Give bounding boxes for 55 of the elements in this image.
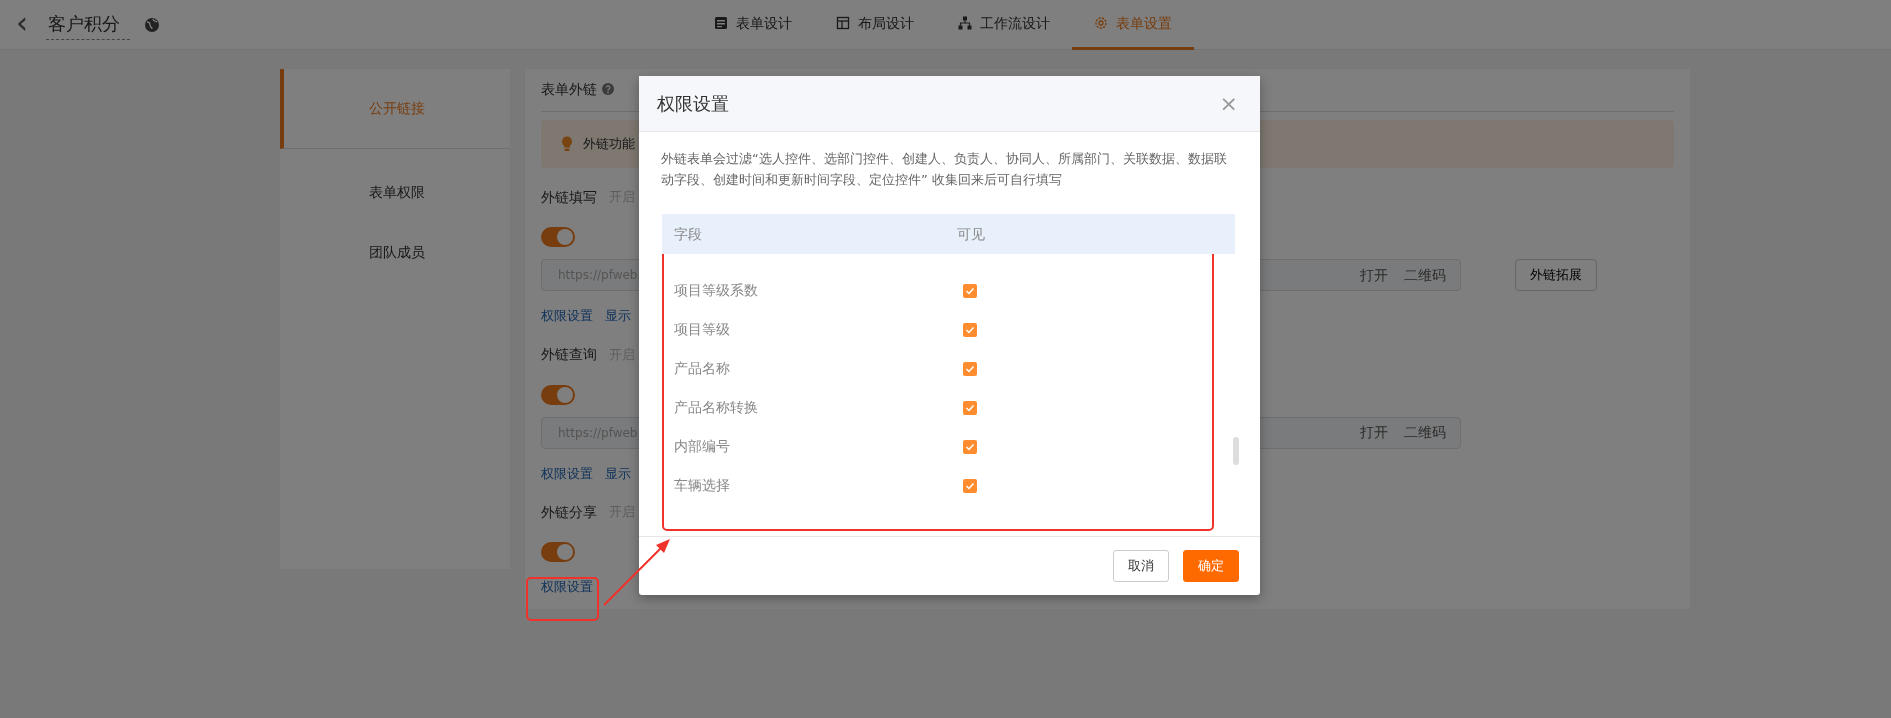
field-name: 项目等级系数 — [673, 281, 759, 300]
scrollbar-thumb[interactable] — [1233, 437, 1239, 465]
settings-icon — [1094, 16, 1108, 30]
lightbulb-icon — [561, 136, 573, 152]
checkbox[interactable] — [963, 322, 977, 337]
toggle-switch[interactable] — [541, 384, 575, 405]
settings-link[interactable]: 权限设置 — [541, 306, 593, 326]
toggle-switch[interactable] — [541, 227, 575, 247]
field-name: 车辆选择 — [673, 476, 731, 495]
section-label: 外链查询 — [541, 345, 597, 364]
section-label: 外链分享 — [541, 502, 597, 522]
tab[interactable]: 工作流设计 — [936, 0, 1072, 50]
link-action[interactable]: 二维码 — [1404, 422, 1446, 443]
back-icon[interactable]: ‹ — [16, 7, 28, 42]
link-action[interactable]: 打开 — [1360, 264, 1388, 286]
tab[interactable]: 布局设计 — [814, 0, 936, 50]
field-name: 内部编号 — [673, 437, 731, 456]
tab[interactable]: 表单设计 — [692, 0, 814, 50]
dialog-description: 外链表单会过滤“选人控件、选部门控件、创建人、负责人、协同人、所属部门、关联数据、数据联动字段、创建时间和更新时间字段、定位控件” 收集回来后可自行填写 — [661, 150, 1228, 189]
alert-text: 外链功能 — [583, 135, 635, 154]
settings-link[interactable]: 权限设置 — [541, 463, 593, 483]
form-icon — [714, 16, 728, 30]
page-title: 客户积分 — [46, 9, 130, 40]
settings-link[interactable]: 显示 — [605, 306, 631, 326]
annotation-arrow — [602, 537, 672, 607]
dialog-title: 权限设置 — [657, 92, 729, 116]
field-name: 项目等级 — [673, 320, 731, 339]
checkbox[interactable] — [963, 283, 977, 298]
field-name: 产品名称转换 — [673, 398, 759, 417]
checkbox[interactable] — [963, 400, 977, 415]
close-button[interactable]: × — [1215, 92, 1242, 115]
cancel-button[interactable]: 取消 — [1113, 550, 1169, 582]
globe-icon — [144, 16, 160, 33]
column-header: 可见 — [956, 224, 985, 244]
sidebar-item[interactable]: 团队成员 — [280, 222, 510, 282]
extend-button[interactable]: 外链拓展 — [1515, 259, 1597, 291]
settings-link[interactable]: 显示 — [605, 463, 631, 483]
checkbox[interactable] — [963, 478, 977, 493]
sidebar-item[interactable]: 公开链接 — [280, 69, 510, 149]
checkbox[interactable] — [963, 361, 977, 376]
tab[interactable]: 表单设置 — [1072, 0, 1194, 50]
workflow-icon — [958, 16, 972, 30]
column-header: 字段 — [673, 224, 703, 244]
link-action[interactable]: 打开 — [1360, 422, 1388, 443]
toggle-switch[interactable] — [541, 542, 575, 562]
layout-icon — [836, 16, 850, 30]
checkbox[interactable] — [963, 439, 977, 454]
sidebar-item[interactable]: 表单权限 — [280, 162, 510, 222]
section-title: 表单外链 — [541, 80, 597, 99]
settings-link[interactable]: 权限设置 — [541, 577, 593, 597]
confirm-button[interactable]: 确定 — [1183, 550, 1239, 582]
link-action[interactable]: 二维码 — [1404, 264, 1446, 286]
section-label: 外链填写 — [541, 187, 597, 207]
help-icon — [602, 83, 614, 95]
field-name: 产品名称 — [673, 359, 731, 378]
